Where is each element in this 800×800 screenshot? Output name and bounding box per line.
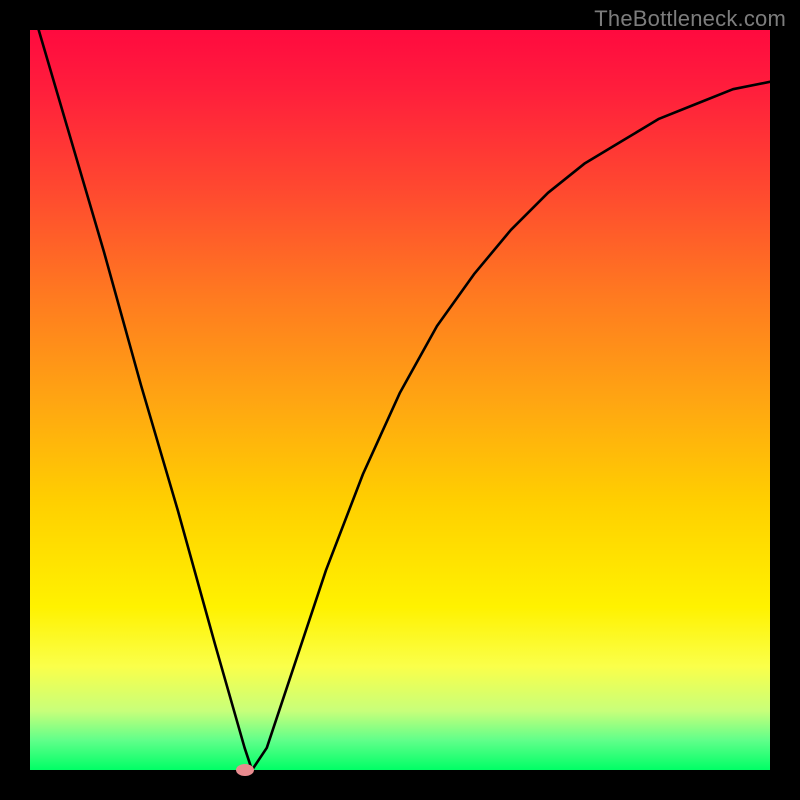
- watermark-text: TheBottleneck.com: [594, 6, 786, 32]
- plot-area: [30, 30, 770, 770]
- curve-path: [30, 30, 770, 770]
- chart-frame: TheBottleneck.com: [0, 0, 800, 800]
- optimal-marker: [236, 764, 254, 776]
- bottleneck-curve: [30, 30, 770, 770]
